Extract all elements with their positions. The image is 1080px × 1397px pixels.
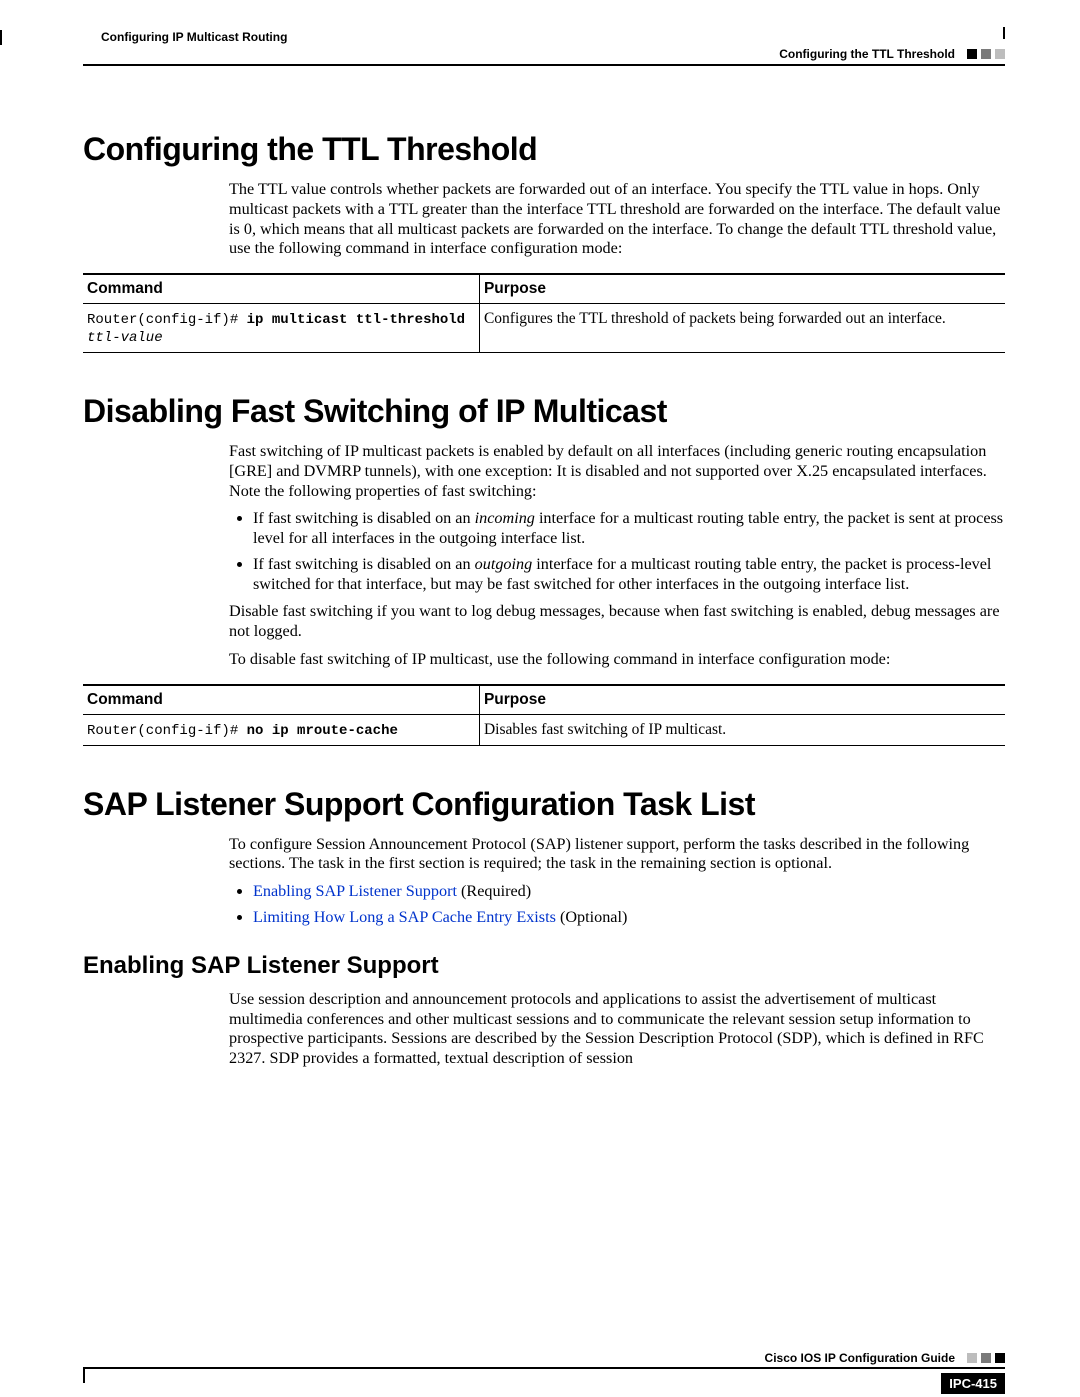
subheading-enabling-sap: Enabling SAP Listener Support bbox=[83, 952, 1005, 980]
body-text: Use session description and announcement… bbox=[229, 990, 1005, 1069]
command-table-ttl: Command Purpose Router(config-if)# ip mu… bbox=[83, 273, 1005, 353]
text: If fast switching is disabled on an bbox=[253, 555, 475, 573]
body-text: Disable fast switching if you want to lo… bbox=[229, 602, 1005, 642]
list-item: Enabling SAP Listener Support (Required) bbox=[253, 882, 1005, 902]
page-footer: Cisco IOS IP Configuration Guide IPC-415 bbox=[83, 1367, 1005, 1369]
heading-fast-switching: Disabling Fast Switching of IP Multicast bbox=[83, 393, 1005, 430]
footer-dot-icon bbox=[981, 1353, 991, 1363]
table-cell-command: Router(config-if)# no ip mroute-cache bbox=[83, 714, 479, 745]
footer-left-tick bbox=[83, 1369, 85, 1383]
header-section: Configuring the TTL Threshold bbox=[779, 47, 955, 61]
footer-dot-icon bbox=[995, 1353, 1005, 1363]
text: (Optional) bbox=[556, 908, 627, 926]
cmd-prefix: Router(config-if)# bbox=[87, 723, 247, 739]
list-item: If fast switching is disabled on an inco… bbox=[253, 509, 1005, 549]
table-cell-command: Router(config-if)# ip multicast ttl-thre… bbox=[83, 304, 479, 353]
link-enable-sap[interactable]: Enabling SAP Listener Support bbox=[253, 882, 457, 900]
page-number-badge: IPC-415 bbox=[941, 1373, 1005, 1394]
table-cell-purpose: Configures the TTL threshold of packets … bbox=[479, 304, 1005, 353]
cmd-keyword: no ip mroute-cache bbox=[247, 723, 398, 739]
header-left-tick bbox=[0, 30, 2, 45]
list-item: If fast switching is disabled on an outg… bbox=[253, 555, 1005, 595]
link-limit-sap-cache[interactable]: Limiting How Long a SAP Cache Entry Exis… bbox=[253, 908, 556, 926]
table-header: Command bbox=[83, 685, 479, 715]
body-text: To disable fast switching of IP multicas… bbox=[229, 650, 1005, 670]
table-header: Command bbox=[83, 274, 479, 304]
header-dot-icon bbox=[981, 49, 991, 59]
text: If fast switching is disabled on an bbox=[253, 509, 475, 527]
table-cell-purpose: Disables fast switching of IP multicast. bbox=[479, 714, 1005, 745]
header-right-tick bbox=[1003, 27, 1005, 39]
text-emphasis: outgoing bbox=[475, 555, 533, 573]
page-header: Configuring IP Multicast Routing Configu… bbox=[83, 30, 1005, 66]
body-text: To configure Session Announcement Protoc… bbox=[229, 835, 1005, 875]
text: (Required) bbox=[457, 882, 531, 900]
header-dot-icon bbox=[967, 49, 977, 59]
cmd-prefix: Router(config-if)# bbox=[87, 312, 247, 328]
header-chapter: Configuring IP Multicast Routing bbox=[101, 30, 287, 44]
footer-dot-icon bbox=[967, 1353, 977, 1363]
cmd-keyword: ip multicast ttl-threshold bbox=[247, 312, 465, 328]
heading-sap-task-list: SAP Listener Support Configuration Task … bbox=[83, 786, 1005, 823]
list-item: Limiting How Long a SAP Cache Entry Exis… bbox=[253, 908, 1005, 928]
header-dot-icon bbox=[995, 49, 1005, 59]
text-emphasis: incoming bbox=[475, 509, 535, 527]
table-header: Purpose bbox=[479, 274, 1005, 304]
command-table-mroute: Command Purpose Router(config-if)# no ip… bbox=[83, 684, 1005, 746]
body-text: The TTL value controls whether packets a… bbox=[229, 180, 1005, 259]
cmd-argument: ttl-value bbox=[87, 330, 163, 346]
table-header: Purpose bbox=[479, 685, 1005, 715]
footer-guide-title: Cisco IOS IP Configuration Guide bbox=[765, 1351, 955, 1365]
body-text: Fast switching of IP multicast packets i… bbox=[229, 442, 1005, 501]
heading-ttl-threshold: Configuring the TTL Threshold bbox=[83, 131, 1005, 168]
